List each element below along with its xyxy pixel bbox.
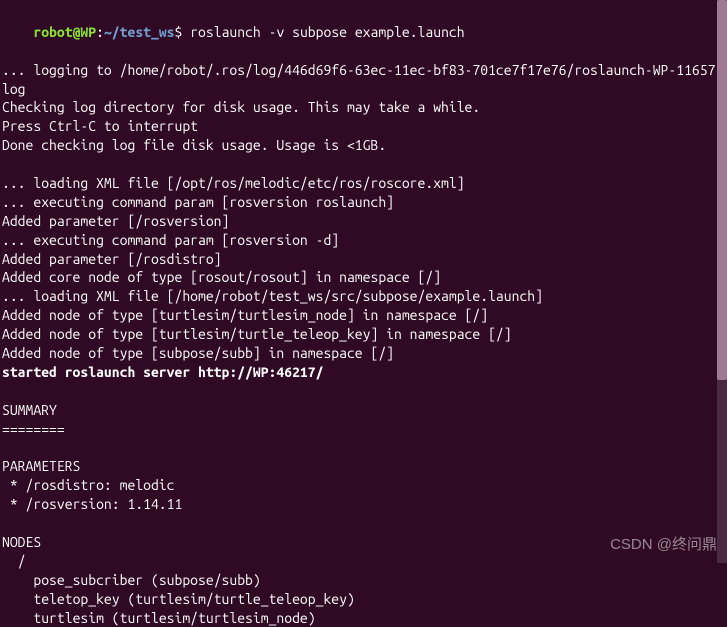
output-line: ... loading XML file [/home/robot/test_w… [2, 287, 725, 306]
summary-header: SUMMARY [2, 401, 725, 420]
output-line: Checking log directory for disk usage. T… [2, 98, 725, 117]
summary-divider: ======== [2, 420, 725, 439]
output-line: Added parameter [/rosversion] [2, 212, 725, 231]
output-line: ... loading XML file [/opt/ros/melodic/e… [2, 174, 725, 193]
prompt-line: robot@WP:~/test_ws$ roslaunch -v subpose… [2, 4, 725, 61]
parameter-item: * /rosdistro: melodic [2, 476, 725, 495]
output-line [2, 438, 725, 457]
output-line: ... executing command param [rosversion … [2, 231, 725, 250]
output-line: Done checking log file disk usage. Usage… [2, 136, 725, 155]
scrollbar-thumb[interactable] [717, 0, 727, 380]
output-line: Added node of type [subpose/subb] in nam… [2, 344, 725, 363]
scrollbar-track[interactable] [717, 0, 727, 563]
output-line: ... executing command param [rosversion … [2, 193, 725, 212]
prompt-dollar: $ [175, 24, 191, 40]
output-line [2, 155, 725, 174]
prompt-colon: : [96, 24, 104, 40]
output-line: Press Ctrl-C to interrupt [2, 117, 725, 136]
prompt-path: ~/test_ws [104, 24, 175, 40]
output-line: Added node of type [turtlesim/turtlesim_… [2, 306, 725, 325]
output-line: Added core node of type [rosout/rosout] … [2, 268, 725, 287]
output-line: Added parameter [/rosdistro] [2, 250, 725, 269]
output-line: ... logging to /home/robot/.ros/log/446d… [2, 61, 725, 99]
parameters-header: PARAMETERS [2, 457, 725, 476]
node-item: turtlesim (turtlesim/turtlesim_node) [2, 609, 725, 627]
node-item: teletop_key (turtlesim/turtle_teleop_key… [2, 590, 725, 609]
node-item: pose_subcriber (subpose/subb) [2, 571, 725, 590]
output-line [2, 382, 725, 401]
output-line-bold: started roslaunch server http://WP:46217… [2, 363, 725, 382]
terminal-output[interactable]: robot@WP:~/test_ws$ roslaunch -v subpose… [2, 4, 725, 627]
parameter-item: * /rosversion: 1.14.11 [2, 495, 725, 514]
prompt-user: robot@WP [33, 24, 96, 40]
watermark-text: CSDN @终问鼎 [610, 535, 717, 555]
command-text: roslaunch -v subpose example.launch [190, 24, 464, 40]
output-line: Added node of type [turtlesim/turtle_tel… [2, 325, 725, 344]
output-line [2, 514, 725, 533]
